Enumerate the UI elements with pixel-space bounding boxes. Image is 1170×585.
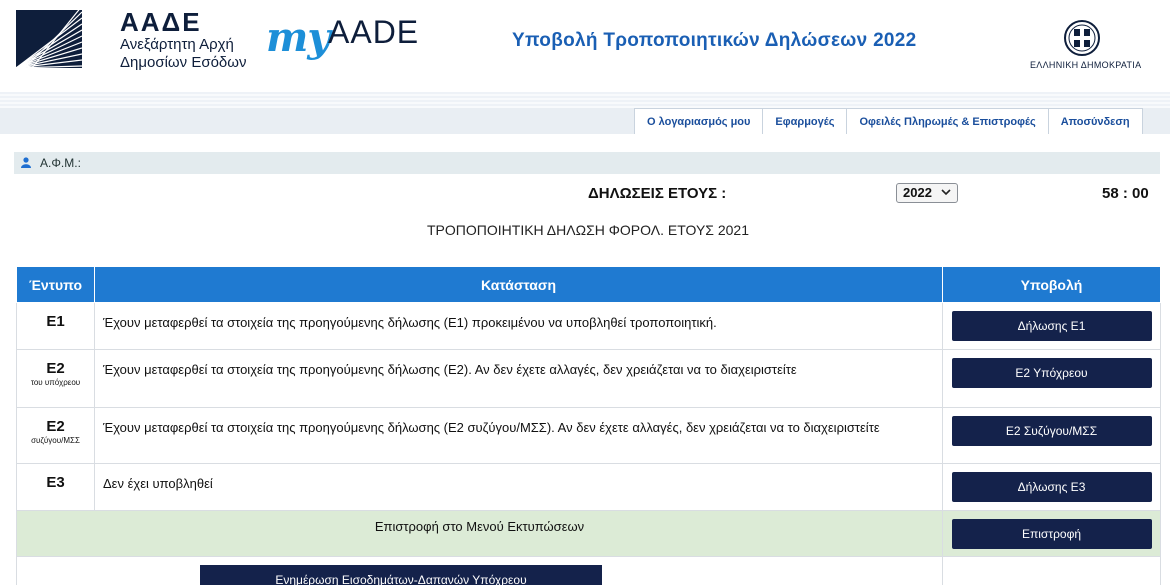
nav-my-account[interactable]: Ο λογαριασμός μου <box>634 108 764 134</box>
year-select[interactable]: 2022 <box>896 183 958 203</box>
form-code: E1 <box>46 313 65 330</box>
bottom-row: Ενημέρωση Εισοδημάτων-Δαπανών Υπόχρεου <box>16 556 1161 585</box>
return-label: Επιστροφή στο Μενού Εκτυπώσεων <box>16 510 943 557</box>
header-divider <box>0 92 1170 108</box>
brand-line-1: Ανεξάρτητη Αρχή <box>120 36 234 53</box>
form-sub: του υπόχρεου <box>30 378 81 387</box>
form-sub: συζύγου/ΜΣΣ <box>31 436 80 445</box>
submit-e3-button[interactable]: Δήλωσης Ε3 <box>951 472 1152 502</box>
top-nav: Ο λογαριασμός μου Εφαρμογές Οφειλές Πληρ… <box>634 108 1143 134</box>
form-cell: E3 <box>16 463 95 511</box>
submit-cell: Ε2 Υπόχρεου <box>942 349 1161 408</box>
chevron-down-icon <box>941 189 951 196</box>
form-cell: E2 συζύγου/ΜΣΣ <box>16 407 95 464</box>
page-heading: Υποβολή Τροποποιητικών Δηλώσεων 2022 <box>512 30 917 51</box>
status-cell: Έχουν μεταφερθεί τα στοιχεία της προηγού… <box>94 407 943 464</box>
page-subtitle: ΤΡΟΠΟΠΟΙΗΤΙΚΗ ΔΗΛΩΣΗ ΦΟΡΟΛ. ΕΤΟΥΣ 2021 <box>427 222 749 238</box>
header-status: Κατάσταση <box>94 266 943 303</box>
form-code: E2 <box>46 360 65 377</box>
header-form: Έντυπο <box>16 266 95 303</box>
myaade-aade: AADE <box>328 14 420 50</box>
year-label: ΔΗΛΩΣΕΙΣ ΕΤΟΥΣ : <box>588 185 727 202</box>
myaade-my: my <box>266 14 331 61</box>
submit-cell: Δήλωσης Ε1 <box>942 302 1161 350</box>
aade-logo-icon[interactable] <box>16 10 82 68</box>
declarations-table: Έντυπο Κατάσταση Υποβολή E1 Έχουν μεταφε… <box>16 266 1161 585</box>
afm-label: Α.Φ.Μ.: <box>40 156 81 170</box>
form-code: E2 <box>46 418 65 435</box>
table-row: E3 Δεν έχει υποβληθεί Δήλωσης Ε3 <box>16 463 1161 511</box>
table-row: E1 Έχουν μεταφερθεί τα στοιχεία της προη… <box>16 302 1161 350</box>
table-row: E2 του υπόχρεου Έχουν μεταφερθεί τα στοι… <box>16 349 1161 408</box>
table-row: E2 συζύγου/ΜΣΣ Έχουν μεταφερθεί τα στοιχ… <box>16 407 1161 464</box>
status-cell: Έχουν μεταφερθεί τα στοιχεία της προηγού… <box>94 349 943 408</box>
form-code: E3 <box>46 474 65 491</box>
greek-emblem-icon <box>1062 18 1102 58</box>
session-timer: 58 : 00 <box>1102 185 1149 202</box>
aade-brand: ΑΑΔΕ Ανεξάρτητη Αρχή Δημοσίων Εσόδων <box>120 8 246 72</box>
bottom-cell: Ενημέρωση Εισοδημάτων-Δαπανών Υπόχρεου <box>16 556 943 585</box>
status-cell: Έχουν μεταφερθεί τα στοιχεία της προηγού… <box>94 302 943 350</box>
status-cell: Δεν έχει υποβληθεί <box>94 463 943 511</box>
return-button[interactable]: Επιστροφή <box>951 519 1152 549</box>
nav-applications[interactable]: Εφαρμογές <box>762 108 848 134</box>
update-income-button[interactable]: Ενημέρωση Εισοδημάτων-Δαπανών Υπόχρεου <box>200 565 602 585</box>
year-row: ΔΗΛΩΣΕΙΣ ΕΤΟΥΣ : 2022 58 : 00 <box>0 178 1170 208</box>
submit-e2-owner-button[interactable]: Ε2 Υπόχρεου <box>951 358 1152 388</box>
form-cell: E2 του υπόχρεου <box>16 349 95 408</box>
bottom-submit-cell <box>942 556 1161 585</box>
submit-e2-spouse-button[interactable]: Ε2 Συζύγου/ΜΣΣ <box>951 416 1152 446</box>
brand-line-2: Δημοσίων Εσόδων <box>120 54 247 71</box>
brand-abbr: ΑΑΔΕ <box>120 7 202 37</box>
gov-label: ΕΛΛΗΝΙΚΗ ΔΗΜΟΚΡΑΤΙΑ <box>1030 60 1142 70</box>
submit-cell: Ε2 Συζύγου/ΜΣΣ <box>942 407 1161 464</box>
form-cell: E1 <box>16 302 95 350</box>
table-header-row: Έντυπο Κατάσταση Υποβολή <box>16 266 1161 303</box>
submit-cell: Επιστροφή <box>942 510 1161 557</box>
site-header: ΑΑΔΕ Ανεξάρτητη Αρχή Δημοσίων Εσόδων my … <box>0 0 1170 92</box>
user-icon <box>21 157 31 168</box>
return-row: Επιστροφή στο Μενού Εκτυπώσεων Επιστροφή <box>16 510 1161 557</box>
afm-bar: Α.Φ.Μ.: <box>14 152 1160 174</box>
submit-e1-button[interactable]: Δήλωσης Ε1 <box>951 311 1152 341</box>
submit-cell: Δήλωσης Ε3 <box>942 463 1161 511</box>
nav-logout[interactable]: Αποσύνδεση <box>1047 108 1143 134</box>
header-submit: Υποβολή <box>942 266 1161 303</box>
year-select-value: 2022 <box>903 185 932 200</box>
nav-payments[interactable]: Οφειλές Πληρωμές & Επιστροφές <box>846 108 1049 134</box>
